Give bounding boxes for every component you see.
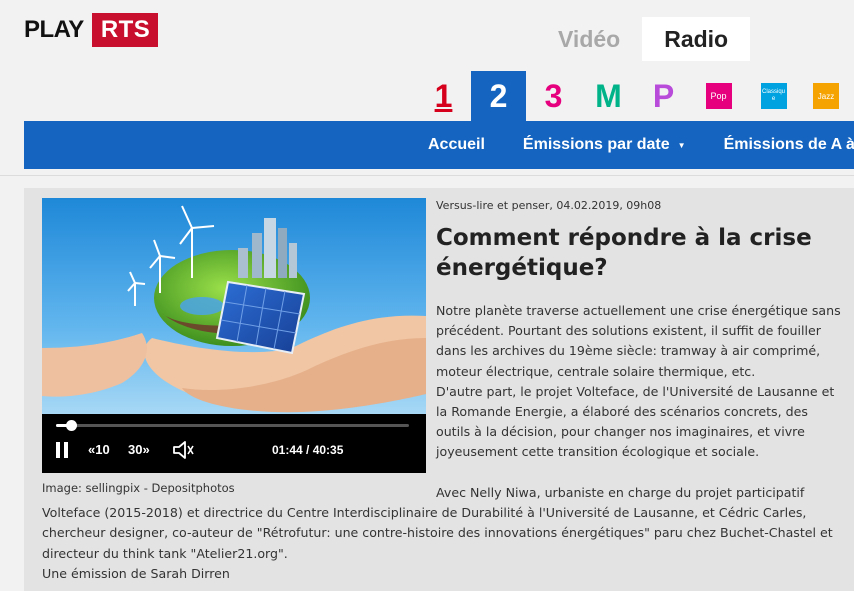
episode-credit: Une émission de Sarah Dirren xyxy=(42,565,230,581)
description-paragraph-1: Notre planète traverse actuellement une … xyxy=(436,303,841,379)
header-divider xyxy=(0,175,854,176)
episode-image xyxy=(42,198,426,414)
episode-description-continued: Avec Nelly Niwa, urbaniste en charge du … xyxy=(42,483,842,584)
channel-podcasts[interactable]: P xyxy=(636,71,691,121)
forward-icon: » xyxy=(142,442,150,457)
rewind-button[interactable]: «10 xyxy=(88,442,110,457)
main-navigation: Accueil Émissions par date ▼ Émissions de… xyxy=(24,121,854,169)
channel-selector: 1 2 3 M P Pop Classique Jazz xyxy=(416,71,839,121)
episode-description: Notre planète traverse actuellement une … xyxy=(436,301,841,463)
channel-pop[interactable]: Pop xyxy=(691,71,746,121)
nav-emissions-par-date[interactable]: Émissions par date ▼ xyxy=(523,136,686,154)
progress-bar[interactable] xyxy=(56,420,409,431)
channel-3-label: 3 xyxy=(544,78,563,114)
channel-jazz[interactable]: Jazz xyxy=(801,71,839,121)
nav-accueil-label: Accueil xyxy=(428,136,485,153)
channel-option-musique[interactable]: M xyxy=(581,71,636,121)
nav-emissions-a-z[interactable]: Émissions de A à Z xyxy=(724,136,854,154)
audio-player[interactable]: «10 30» 01:44 / 40:35 xyxy=(42,198,426,473)
progress-handle[interactable] xyxy=(66,420,77,431)
volume-icon[interactable] xyxy=(172,439,196,461)
channel-couleur-3[interactable]: 3 xyxy=(526,71,581,121)
nav-emissions-par-date-label: Émissions par date xyxy=(522,136,670,153)
media-tabs: Vidéo Radio xyxy=(536,17,751,61)
nav-emissions-a-z-label: Émissions de A à Z xyxy=(723,136,854,153)
tab-video[interactable]: Vidéo xyxy=(536,17,642,61)
player-controls: «10 30» 01:44 / 40:35 xyxy=(42,414,426,473)
forward-button[interactable]: 30» xyxy=(128,442,150,457)
episode-meta: Versus-lire et penser, 04.02.2019, 09h08 xyxy=(436,199,662,212)
forward-label: 30 xyxy=(128,442,143,457)
description-paragraph-3-start: Avec Nelly Niwa, urbaniste en charge du … xyxy=(436,485,805,500)
description-paragraph-3-rest: Volteface (2015-2018) et directrice du C… xyxy=(42,505,833,561)
episode-title: Comment répondre à la crise énergétique? xyxy=(436,225,812,281)
logo-rts-text: RTS xyxy=(91,13,159,47)
time-display: 01:44 / 40:35 xyxy=(272,443,344,457)
channel-classique-label: Classique xyxy=(760,83,787,109)
description-paragraph-2: D'autre part, le projet Volteface, de l'… xyxy=(436,383,835,460)
nav-accueil[interactable]: Accueil xyxy=(428,136,485,154)
pause-icon[interactable] xyxy=(54,442,70,458)
channel-jazz-label: Jazz xyxy=(813,83,839,109)
play-rts-logo[interactable]: PLAY RTS xyxy=(24,10,159,50)
logo-play-text: PLAY xyxy=(24,16,84,43)
caret-down-icon: ▼ xyxy=(677,140,686,150)
rewind-label: 10 xyxy=(95,442,110,457)
channel-la-1ere[interactable]: 1 xyxy=(416,71,471,121)
channel-m-label: M xyxy=(595,78,622,114)
tab-radio[interactable]: Radio xyxy=(642,17,751,61)
channel-2-label: 2 xyxy=(489,78,508,114)
channel-p-label: P xyxy=(652,78,675,114)
channel-classique[interactable]: Classique xyxy=(746,71,801,121)
channel-pop-label: Pop xyxy=(705,83,732,109)
channel-espace-2[interactable]: 2 xyxy=(471,71,526,121)
channel-1-label: 1 xyxy=(434,78,453,114)
